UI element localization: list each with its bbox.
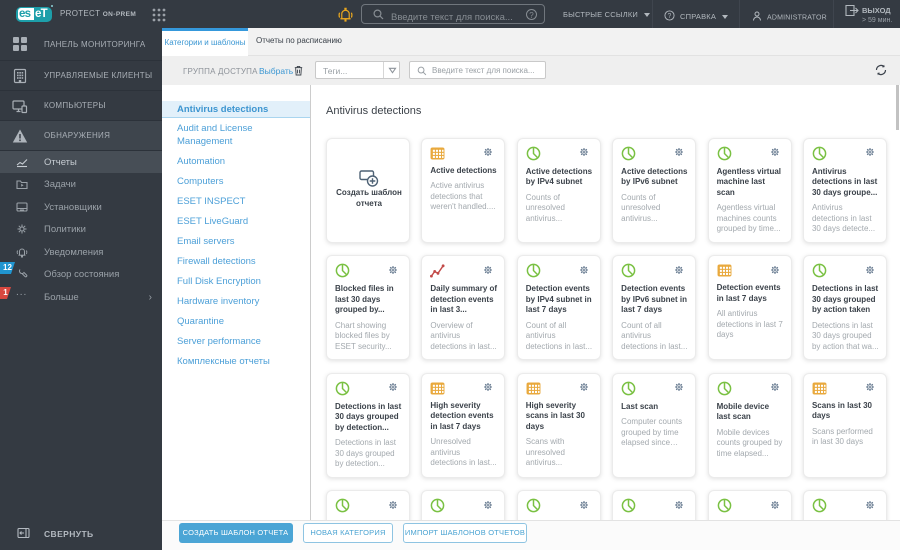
svg-text:?: ? — [668, 13, 672, 20]
